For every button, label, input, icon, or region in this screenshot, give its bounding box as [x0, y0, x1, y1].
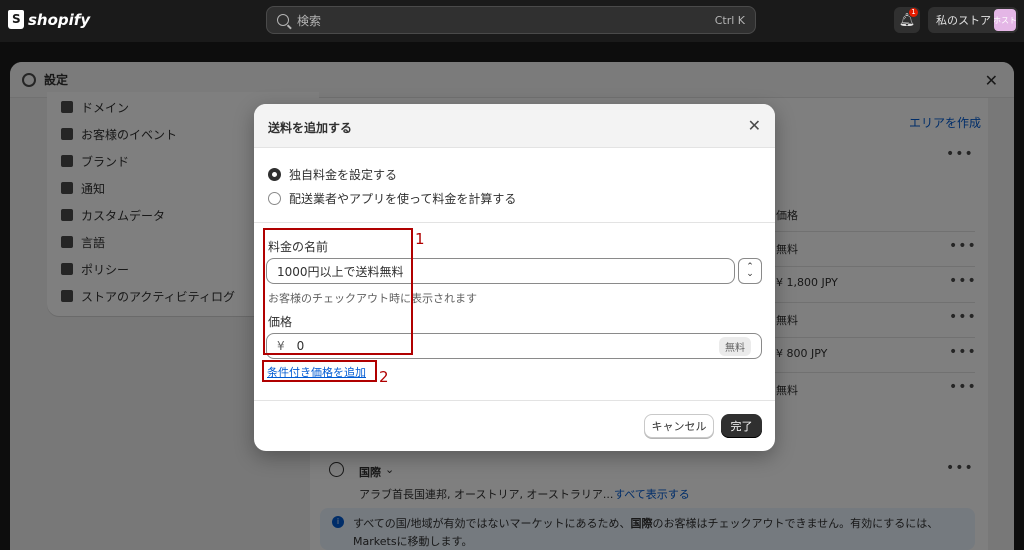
annotation-number-2: 2 [379, 368, 389, 386]
notification-button[interactable]: 🔔︎ 1 [894, 7, 920, 33]
annotation-number-1: 1 [415, 230, 425, 248]
radio-selected-icon[interactable] [268, 168, 281, 181]
chevron-down-icon: ⌄ [746, 269, 754, 279]
radio-label: 独自料金を設定する [289, 168, 398, 182]
free-badge: 無料 [719, 336, 751, 356]
modal-header: 送料を追加する ✕ [254, 104, 775, 148]
radio-label: 配送業者やアプリを使って料金を計算する [289, 192, 517, 206]
close-icon[interactable]: ✕ [748, 116, 761, 135]
logo-text: shopify [28, 10, 91, 29]
search-shortcut: Ctrl K [714, 13, 745, 27]
done-button[interactable]: 完了 [721, 414, 762, 438]
modal-divider [254, 222, 775, 223]
annotation-box-2 [262, 360, 377, 382]
store-menu-button[interactable]: 私のストア ホスト [928, 7, 1018, 33]
annotation-box-1 [263, 228, 413, 355]
notification-badge: 1 [909, 8, 918, 17]
top-bar: shopify 検索 Ctrl K 🔔︎ 1 私のストア ホスト [0, 0, 1024, 42]
shopify-bag-icon [8, 10, 24, 29]
cancel-button[interactable]: キャンセル [644, 414, 714, 438]
search-icon [277, 14, 289, 26]
search-bar[interactable]: 検索 Ctrl K [266, 6, 756, 34]
search-placeholder: 検索 [297, 13, 322, 28]
radio-custom-rate[interactable]: 独自料金を設定する [268, 166, 397, 183]
rate-name-selector[interactable]: ⌃ ⌄ [738, 258, 762, 284]
shopify-logo[interactable]: shopify [8, 10, 90, 29]
radio-carrier-rate[interactable]: 配送業者やアプリを使って料金を計算する [268, 190, 516, 207]
modal-title: 送料を追加する [268, 121, 353, 135]
radio-unselected-icon[interactable] [268, 192, 281, 205]
avatar: ホスト [994, 9, 1016, 31]
store-name: 私のストア [936, 14, 991, 27]
